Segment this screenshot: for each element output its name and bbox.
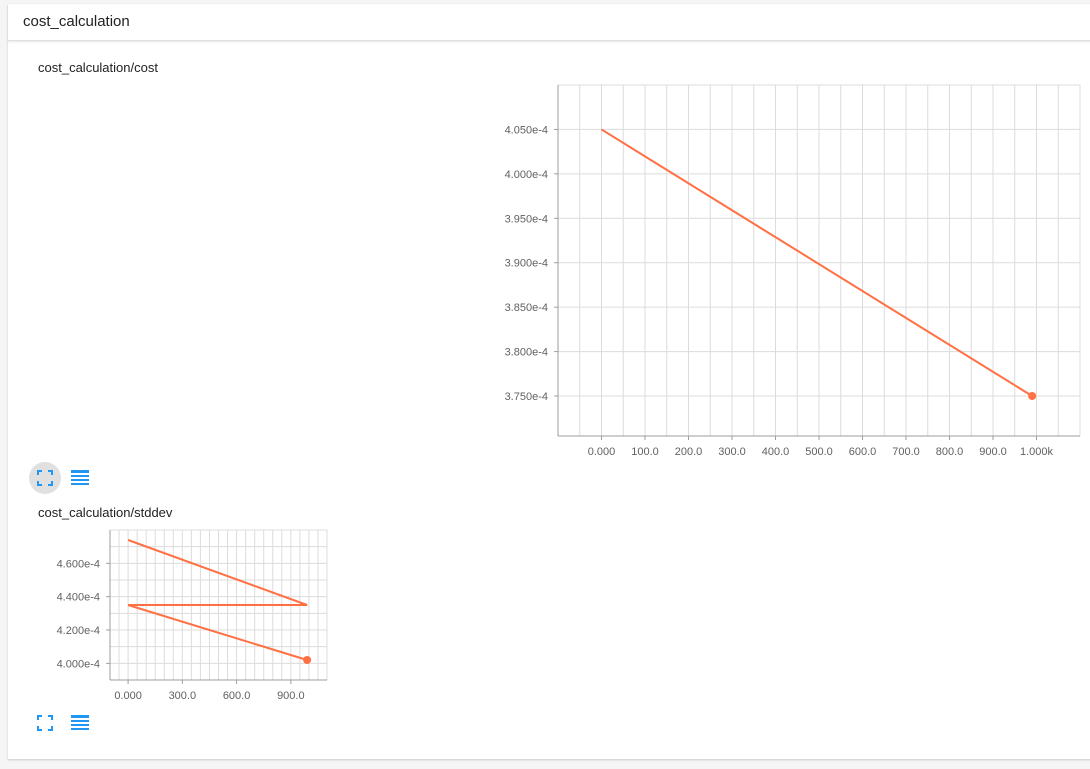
y-tick-label: 4.600e-4 [57,558,100,570]
expand-chart-button-stddev[interactable] [29,707,61,739]
x-tick-label: 600.0 [223,690,251,702]
x-tick-label: 0.000 [114,690,142,702]
fit-to-screen-icon [37,715,53,731]
y-tick-label: 4.000e-4 [57,658,100,670]
series-endpoint-dot [303,656,312,664]
x-tick-label: 900.0 [277,690,305,702]
y-tick-label: 4.200e-4 [57,625,100,637]
x-tick-label: 300.0 [169,690,197,702]
list-icon [71,715,89,730]
y-tick-label: 4.400e-4 [57,592,100,604]
plot-area: 4.000e-4 4.200e-4 4.400e-4 4.600e-4 0.000 300… [57,529,328,702]
toggle-data-button-stddev[interactable] [64,707,96,739]
stddev-chart[interactable]: 4.000e-4 4.200e-4 4.400e-4 4.600e-4 0.000 300… [0,0,1090,769]
